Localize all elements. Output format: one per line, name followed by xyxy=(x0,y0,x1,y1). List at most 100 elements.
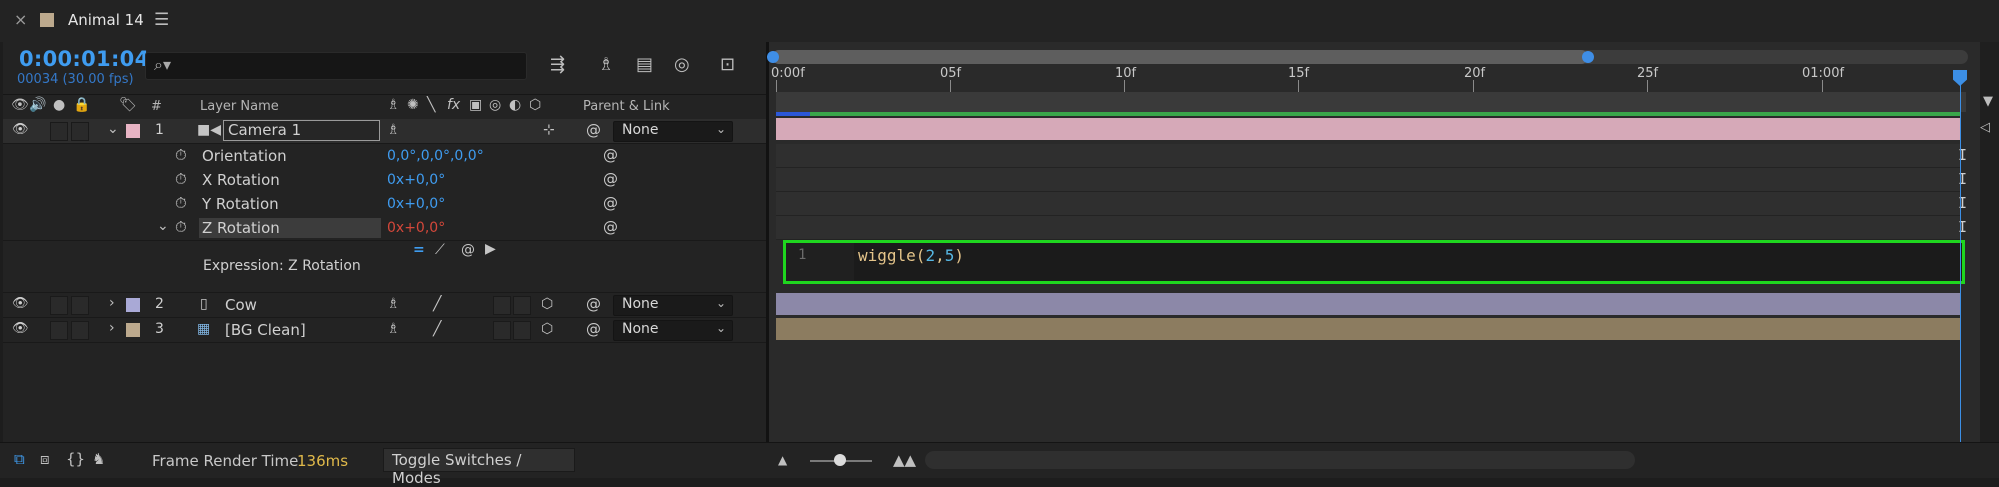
solo-icon[interactable]: ● xyxy=(53,97,65,113)
chevron-right-icon[interactable]: › xyxy=(109,295,115,311)
pick-whip-spiral-icon[interactable]: @ xyxy=(603,218,618,236)
close-tab-icon[interactable]: × xyxy=(14,10,27,29)
time-navigator-range[interactable] xyxy=(772,50,1588,64)
zoom-in-icon[interactable]: ▲▲ xyxy=(893,451,916,469)
work-area-bar[interactable] xyxy=(776,92,1966,112)
layer-label-color[interactable] xyxy=(126,323,140,337)
toggle-switches-modes-button[interactable]: Toggle Switches / Modes xyxy=(383,448,575,487)
stopwatch-icon[interactable]: ⏱ xyxy=(175,218,187,236)
expression-pick-whip-icon[interactable]: @ xyxy=(461,242,475,258)
audio-icon[interactable]: 🔊 xyxy=(29,97,46,113)
3d-layer-icon[interactable]: ⬡ xyxy=(541,321,553,337)
label-tag-icon[interactable]: 🏷 xyxy=(119,97,137,113)
expression-editor[interactable]: 1 wiggle(2,5) xyxy=(783,240,1965,284)
work-area-strip xyxy=(776,112,1960,116)
chevron-down-icon[interactable]: ⌄ xyxy=(157,218,169,234)
shy-switch-icon[interactable]: ♗ xyxy=(387,321,400,337)
solo-toggle[interactable] xyxy=(50,321,68,340)
comp-mini-flowchart-icon[interactable]: ⇶ xyxy=(550,54,565,75)
layer-search-input[interactable]: ⌕▾ xyxy=(145,52,527,80)
layer-row-cow[interactable]: 👁 › 2 ▯ Cow ♗ ╱ ⬡ @ None ⌄ xyxy=(3,293,766,318)
visibility-eye-icon[interactable]: 👁 xyxy=(12,296,29,311)
cow-layer-bar[interactable] xyxy=(776,293,1960,315)
switch-toggle[interactable] xyxy=(513,296,531,315)
time-navigator-end-handle[interactable] xyxy=(1582,51,1594,63)
parent-pick-whip-icon[interactable]: ⊹ xyxy=(543,122,555,138)
layer-row-camera[interactable]: 👁 ⌄ 1 ■◀ Camera 1 ♗ ⊹ @ None ⌄ xyxy=(3,119,766,144)
quality-switch-icon[interactable]: ╱ xyxy=(433,296,441,312)
camera-layer-bar[interactable] xyxy=(776,118,1960,140)
lock-toggle[interactable] xyxy=(71,296,89,315)
lock-toggle[interactable] xyxy=(71,122,89,141)
pick-whip-spiral-icon[interactable]: @ xyxy=(586,320,601,338)
current-time-display[interactable]: 0:00:01:04 xyxy=(19,47,149,71)
property-value[interactable]: 0,0°,0,0°,0,0° xyxy=(387,148,484,164)
shy-switch-icon[interactable]: ♗ xyxy=(387,296,400,312)
timeline-zoom-knob[interactable] xyxy=(834,454,846,466)
current-time-indicator-line[interactable] xyxy=(1960,70,1961,442)
composition-tab-title[interactable]: Animal 14 xyxy=(68,11,144,29)
expression-language-menu-icon[interactable]: ▶ xyxy=(485,241,496,257)
property-value[interactable]: 0x+0,0° xyxy=(387,196,445,212)
ruler-tick xyxy=(1298,80,1299,92)
transfer-controls-pane-icon[interactable]: ⧈ xyxy=(40,450,50,468)
frame-blending-icon[interactable]: ▤ xyxy=(636,54,653,75)
motion-blur-icon[interactable]: ◎ xyxy=(674,54,690,75)
shy-switch-icon[interactable]: ♗ xyxy=(387,122,400,138)
expression-graph-icon[interactable]: ⟋ xyxy=(435,242,445,258)
switch-toggle[interactable] xyxy=(493,321,511,340)
quality-switch-icon[interactable]: ╱ xyxy=(433,321,441,337)
lock-toggle[interactable] xyxy=(71,321,89,340)
comp-button-icon[interactable]: ◁ xyxy=(1980,120,1990,135)
parent-dropdown[interactable]: None ⌄ xyxy=(613,320,733,341)
stopwatch-icon[interactable]: ⏱ xyxy=(175,194,187,212)
3d-layer-icon[interactable]: ⬡ xyxy=(541,296,553,312)
graph-editor-icon[interactable]: ⊡ xyxy=(720,54,735,75)
property-row-y-rotation[interactable]: ⏱ Y Rotation 0x+0,0° @ xyxy=(3,192,766,217)
expression-code[interactable]: wiggle(2,5) xyxy=(858,246,964,265)
stopwatch-icon[interactable]: ⏱ xyxy=(175,170,187,188)
zoom-out-icon[interactable]: ▲ xyxy=(778,453,787,467)
in-out-pane-icon[interactable]: {} xyxy=(66,450,85,468)
layer-name[interactable]: [BG Clean] xyxy=(225,321,306,339)
pick-whip-spiral-icon[interactable]: @ xyxy=(603,194,618,212)
stopwatch-icon[interactable]: ⏱ xyxy=(175,146,187,164)
shy-layers-icon[interactable]: ♗ xyxy=(598,54,614,75)
property-row-orientation[interactable]: ⏱ Orientation 0,0°,0,0°,0,0° @ xyxy=(3,144,766,169)
visibility-eye-icon[interactable]: 👁 xyxy=(12,321,29,336)
parent-dropdown[interactable]: None ⌄ xyxy=(613,121,733,142)
time-navigator-start-handle[interactable] xyxy=(767,51,779,63)
layer-label-color[interactable] xyxy=(126,298,140,312)
video-eye-icon[interactable]: 👁 xyxy=(11,97,29,113)
chevron-down-icon[interactable]: ⌄ xyxy=(107,121,119,137)
layer-row-bg-clean[interactable]: 👁 › 3 ▦ [BG Clean] ♗ ╱ ⬡ @ None ⌄ xyxy=(3,318,766,343)
layer-name-column-header[interactable]: Layer Name xyxy=(200,99,279,114)
render-time-pane-icon[interactable]: ♞ xyxy=(92,450,105,468)
parent-link-column-header[interactable]: Parent & Link xyxy=(583,99,670,114)
pick-whip-spiral-icon[interactable]: @ xyxy=(586,121,601,139)
pick-whip-spiral-icon[interactable]: @ xyxy=(586,295,601,313)
solo-toggle[interactable] xyxy=(50,296,68,315)
property-row-x-rotation[interactable]: ⏱ X Rotation 0x+0,0° @ xyxy=(3,168,766,193)
timeline-horizontal-scrollbar[interactable] xyxy=(925,451,1635,469)
pick-whip-spiral-icon[interactable]: @ xyxy=(603,146,618,164)
switch-toggle[interactable] xyxy=(513,321,531,340)
switch-toggle[interactable] xyxy=(493,296,511,315)
property-value[interactable]: 0x+0,0° xyxy=(387,220,445,236)
property-value[interactable]: 0x+0,0° xyxy=(387,172,445,188)
visibility-eye-icon[interactable]: 👁 xyxy=(12,122,29,137)
parent-dropdown[interactable]: None ⌄ xyxy=(613,295,733,316)
panel-menu-icon[interactable]: ☰ xyxy=(154,10,169,30)
bg-clean-layer-bar[interactable] xyxy=(776,318,1960,340)
solo-toggle[interactable] xyxy=(50,122,68,141)
chevron-right-icon[interactable]: › xyxy=(109,320,115,336)
layer-switches-pane-icon[interactable]: ⧉ xyxy=(14,450,25,468)
layer-label-color[interactable] xyxy=(126,124,140,138)
expression-enable-icon[interactable]: = xyxy=(413,242,425,258)
lock-icon[interactable]: 🔒 xyxy=(73,97,90,113)
comp-marker-bin-icon[interactable]: ▼ xyxy=(1983,94,1993,109)
pick-whip-spiral-icon[interactable]: @ xyxy=(603,170,618,188)
property-row-z-rotation[interactable]: ⌄ ⏱ Z Rotation 0x+0,0° @ xyxy=(3,216,766,241)
layer-name-field[interactable]: Camera 1 xyxy=(223,120,380,141)
layer-name[interactable]: Cow xyxy=(225,296,257,314)
